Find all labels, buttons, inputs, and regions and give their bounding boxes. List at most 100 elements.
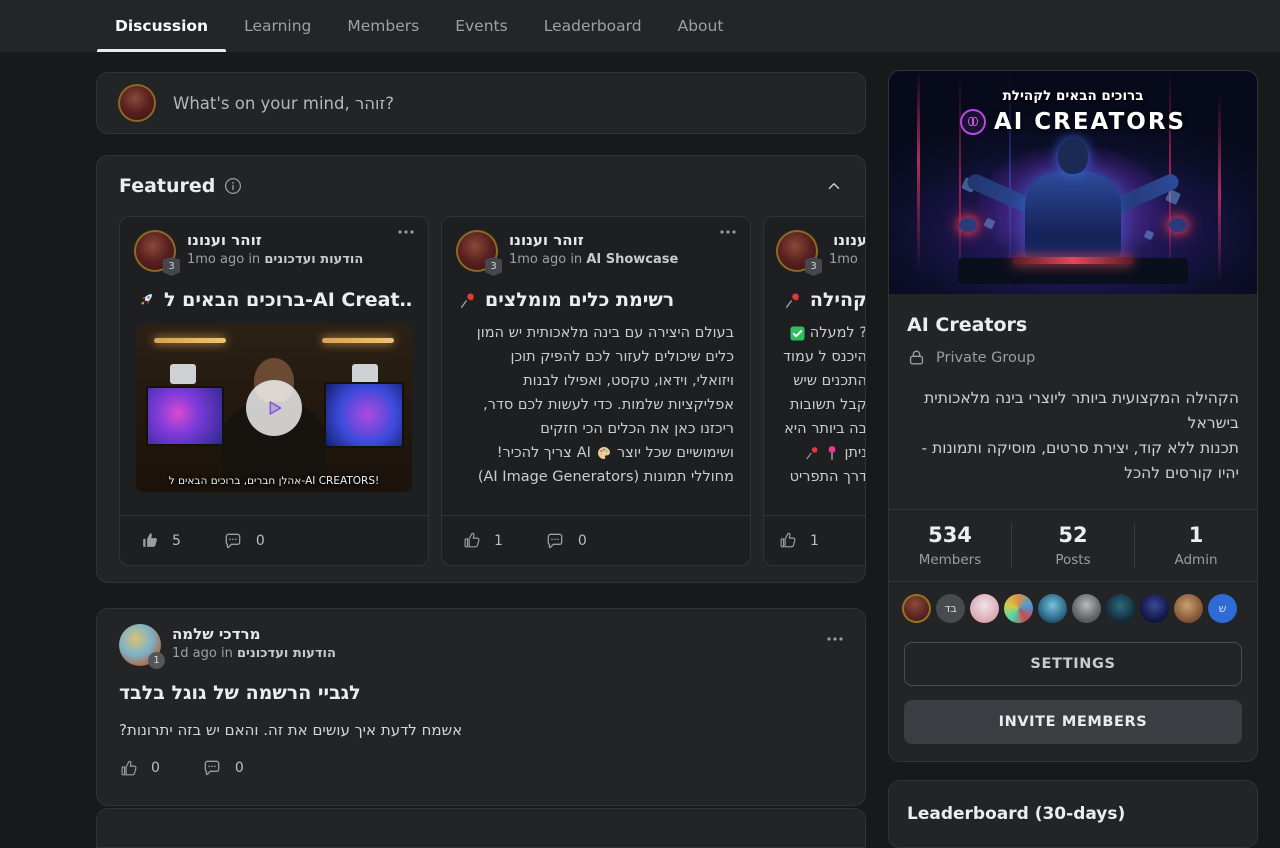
post-body: בעולם היצירה עם בינה מלאכותית יש המון כל… xyxy=(458,321,734,489)
tab-leaderboard[interactable]: Leaderboard xyxy=(526,0,660,52)
post-title[interactable]: לגביי הרשמה של גוגל בלבד xyxy=(119,682,843,704)
featured-title: Featured xyxy=(119,175,215,197)
featured-card-welcome[interactable]: 3 זוהר וענונו 1mo ago in הודעות ועדכונים… xyxy=(119,216,429,566)
level-badge: 3 xyxy=(163,257,180,276)
leaderboard-title: Leaderboard (30-days) xyxy=(907,804,1239,824)
post-title[interactable]: קהילה xyxy=(770,289,865,311)
post-title[interactable]: ברוכים הבאים ל-AI Creat… xyxy=(136,289,412,311)
avatar[interactable]: 3 xyxy=(456,230,498,272)
author-name[interactable]: זוהר וענונו xyxy=(509,230,678,250)
avatar[interactable]: 3 xyxy=(134,230,176,272)
comment-count: 0 xyxy=(256,533,265,549)
group-cover-image[interactable]: ברוכים הבאים לקהילת AI CREATORS xyxy=(889,71,1257,294)
speaker xyxy=(170,364,196,384)
rocket-icon xyxy=(136,290,156,310)
more-menu-icon[interactable] xyxy=(398,230,414,234)
avatar xyxy=(118,84,156,122)
tab-discussion[interactable]: Discussion xyxy=(97,0,226,52)
card-footer: 1 0 xyxy=(442,515,750,565)
invite-members-button[interactable]: INVITE MEMBERS xyxy=(904,700,1242,744)
leaderboard-card: Leaderboard (30-days) xyxy=(888,780,1258,848)
group-privacy: Private Group xyxy=(907,348,1239,367)
pushpin-icon xyxy=(458,291,477,310)
group-card: ברוכים הבאים לקהילת AI CREATORS AI Creat… xyxy=(888,70,1258,762)
chevron-up-icon[interactable] xyxy=(825,177,843,195)
featured-header: Featured xyxy=(97,156,865,209)
like-count: 1 xyxy=(810,533,819,549)
featured-card-tools[interactable]: 3 זוהר וענונו 1mo ago in AI Showcase רשי… xyxy=(441,216,751,566)
stat-members[interactable]: 534 Members xyxy=(889,523,1011,568)
like-button[interactable]: 5 xyxy=(140,531,181,550)
card-header: 3 זוהר וענונו 1mo ago in הודעות ועדכונים xyxy=(120,217,428,272)
featured-card-community-rules[interactable]: 3 ענונו 1mo קהילה xyxy=(763,216,865,566)
info-icon[interactable] xyxy=(224,177,242,195)
tab-about[interactable]: About xyxy=(660,0,742,52)
monitor-right xyxy=(324,382,404,448)
studio-light xyxy=(322,338,394,343)
stat-posts[interactable]: 52 Posts xyxy=(1011,523,1134,568)
settings-button[interactable]: SETTINGS xyxy=(904,642,1242,686)
post-time: 1mo xyxy=(829,250,865,269)
round-pin-icon xyxy=(825,445,839,461)
card-footer: 1 xyxy=(764,515,865,565)
like-count: 1 xyxy=(494,533,503,549)
composer-prompt[interactable]: What's on your mind, זוהר? xyxy=(173,94,394,113)
avatar[interactable]: 3 xyxy=(776,230,818,272)
card-header: 3 זוהר וענונו 1mo ago in AI Showcase xyxy=(442,217,750,272)
card-footer: 5 0 xyxy=(120,515,428,565)
post-body: למעלה ? היכנס ל עמוד התכנים שיש קבל תשוב… xyxy=(770,321,865,489)
comment-button[interactable]: 0 xyxy=(545,531,587,551)
featured-carousel[interactable]: 3 זוהר וענונו 1mo ago in הודעות ועדכונים… xyxy=(119,216,865,566)
member-avatars: בד ש xyxy=(889,582,1257,625)
member-avatar[interactable] xyxy=(1072,594,1101,623)
member-avatar[interactable] xyxy=(1140,594,1169,623)
level-badge: 1 xyxy=(148,652,165,669)
member-avatar[interactable] xyxy=(1174,594,1203,623)
post-category[interactable]: AI Showcase xyxy=(586,252,678,267)
like-button[interactable]: 1 xyxy=(778,531,819,550)
more-menu-icon[interactable] xyxy=(827,637,843,641)
video-thumbnail[interactable]: אהלן חברים, ברוכים הבאים ל-AI CREATORS! xyxy=(136,324,412,492)
member-avatar[interactable] xyxy=(1038,594,1067,623)
post-composer[interactable]: What's on your mind, זוהר? xyxy=(96,72,866,134)
more-menu-icon[interactable] xyxy=(720,230,736,234)
play-button-icon[interactable] xyxy=(246,380,302,436)
member-avatar[interactable] xyxy=(970,594,999,623)
avatar[interactable]: 1 xyxy=(119,624,161,666)
comment-button[interactable]: 0 xyxy=(223,531,265,551)
post-title[interactable]: רשימת כלים מומלצים xyxy=(458,289,734,311)
post-time: 1d ago in xyxy=(172,646,233,661)
tab-learning[interactable]: Learning xyxy=(226,0,329,52)
comment-button[interactable]: 0 xyxy=(202,758,244,778)
author-name[interactable]: מרדכי שלמה xyxy=(172,624,336,644)
banner-brand: AI CREATORS xyxy=(889,109,1257,135)
author-name[interactable]: ענונו xyxy=(829,230,865,250)
group-info: AI Creators Private Group הקהילה המקצועי… xyxy=(889,294,1257,490)
member-avatar[interactable] xyxy=(1004,594,1033,623)
post-category[interactable]: הודעות ועדכונים xyxy=(237,646,336,661)
member-avatar[interactable]: בד xyxy=(936,594,965,623)
like-button[interactable]: 1 xyxy=(462,531,503,550)
post-google-signup[interactable]: 1 מרדכי שלמה 1d ago in הודעות ועדכונים ל… xyxy=(96,608,866,806)
banner-brand-text: AI CREATORS xyxy=(994,109,1186,135)
studio-light xyxy=(154,338,226,343)
like-button[interactable]: 0 xyxy=(119,759,160,778)
monitor-left xyxy=(146,386,224,446)
speaker xyxy=(352,364,378,384)
post-category[interactable]: הודעות ועדכונים xyxy=(264,252,363,267)
top-nav: Discussion Learning Members Events Leade… xyxy=(0,0,1280,52)
post-body: אשמח לדעת איך עושים את זה. והאם יש בזה י… xyxy=(119,721,843,739)
tab-members[interactable]: Members xyxy=(329,0,437,52)
brain-logo-icon xyxy=(960,109,986,135)
stat-admins[interactable]: 1 Admin xyxy=(1134,523,1257,568)
author-name[interactable]: זוהר וענונו xyxy=(187,230,363,250)
level-badge: 3 xyxy=(805,257,822,276)
member-avatar[interactable] xyxy=(902,594,931,623)
group-name: AI Creators xyxy=(907,314,1239,336)
comment-count: 0 xyxy=(578,533,587,549)
tab-events[interactable]: Events xyxy=(437,0,525,52)
member-avatar[interactable] xyxy=(1106,594,1135,623)
pushpin-icon xyxy=(783,291,802,310)
member-avatar[interactable]: ש xyxy=(1208,594,1237,623)
card-header: 1 מרדכי שלמה 1d ago in הודעות ועדכונים xyxy=(119,624,843,666)
